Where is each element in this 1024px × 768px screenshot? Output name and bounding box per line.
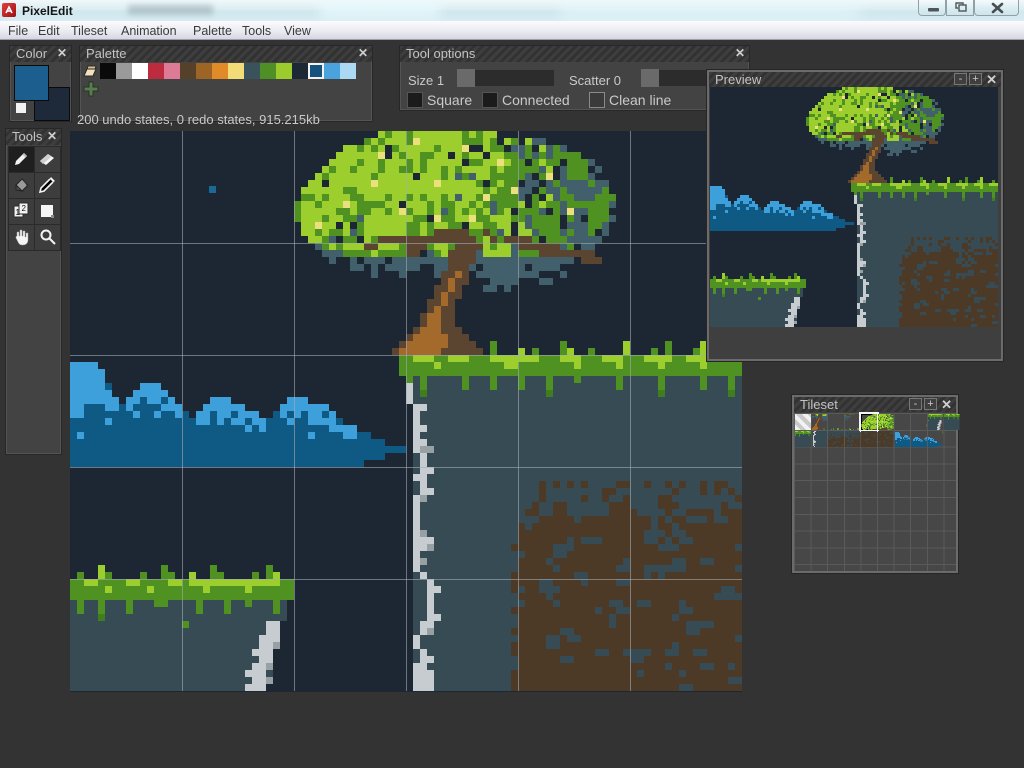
svg-text:1: 1: [16, 208, 21, 217]
svg-text:2: 2: [22, 204, 27, 213]
